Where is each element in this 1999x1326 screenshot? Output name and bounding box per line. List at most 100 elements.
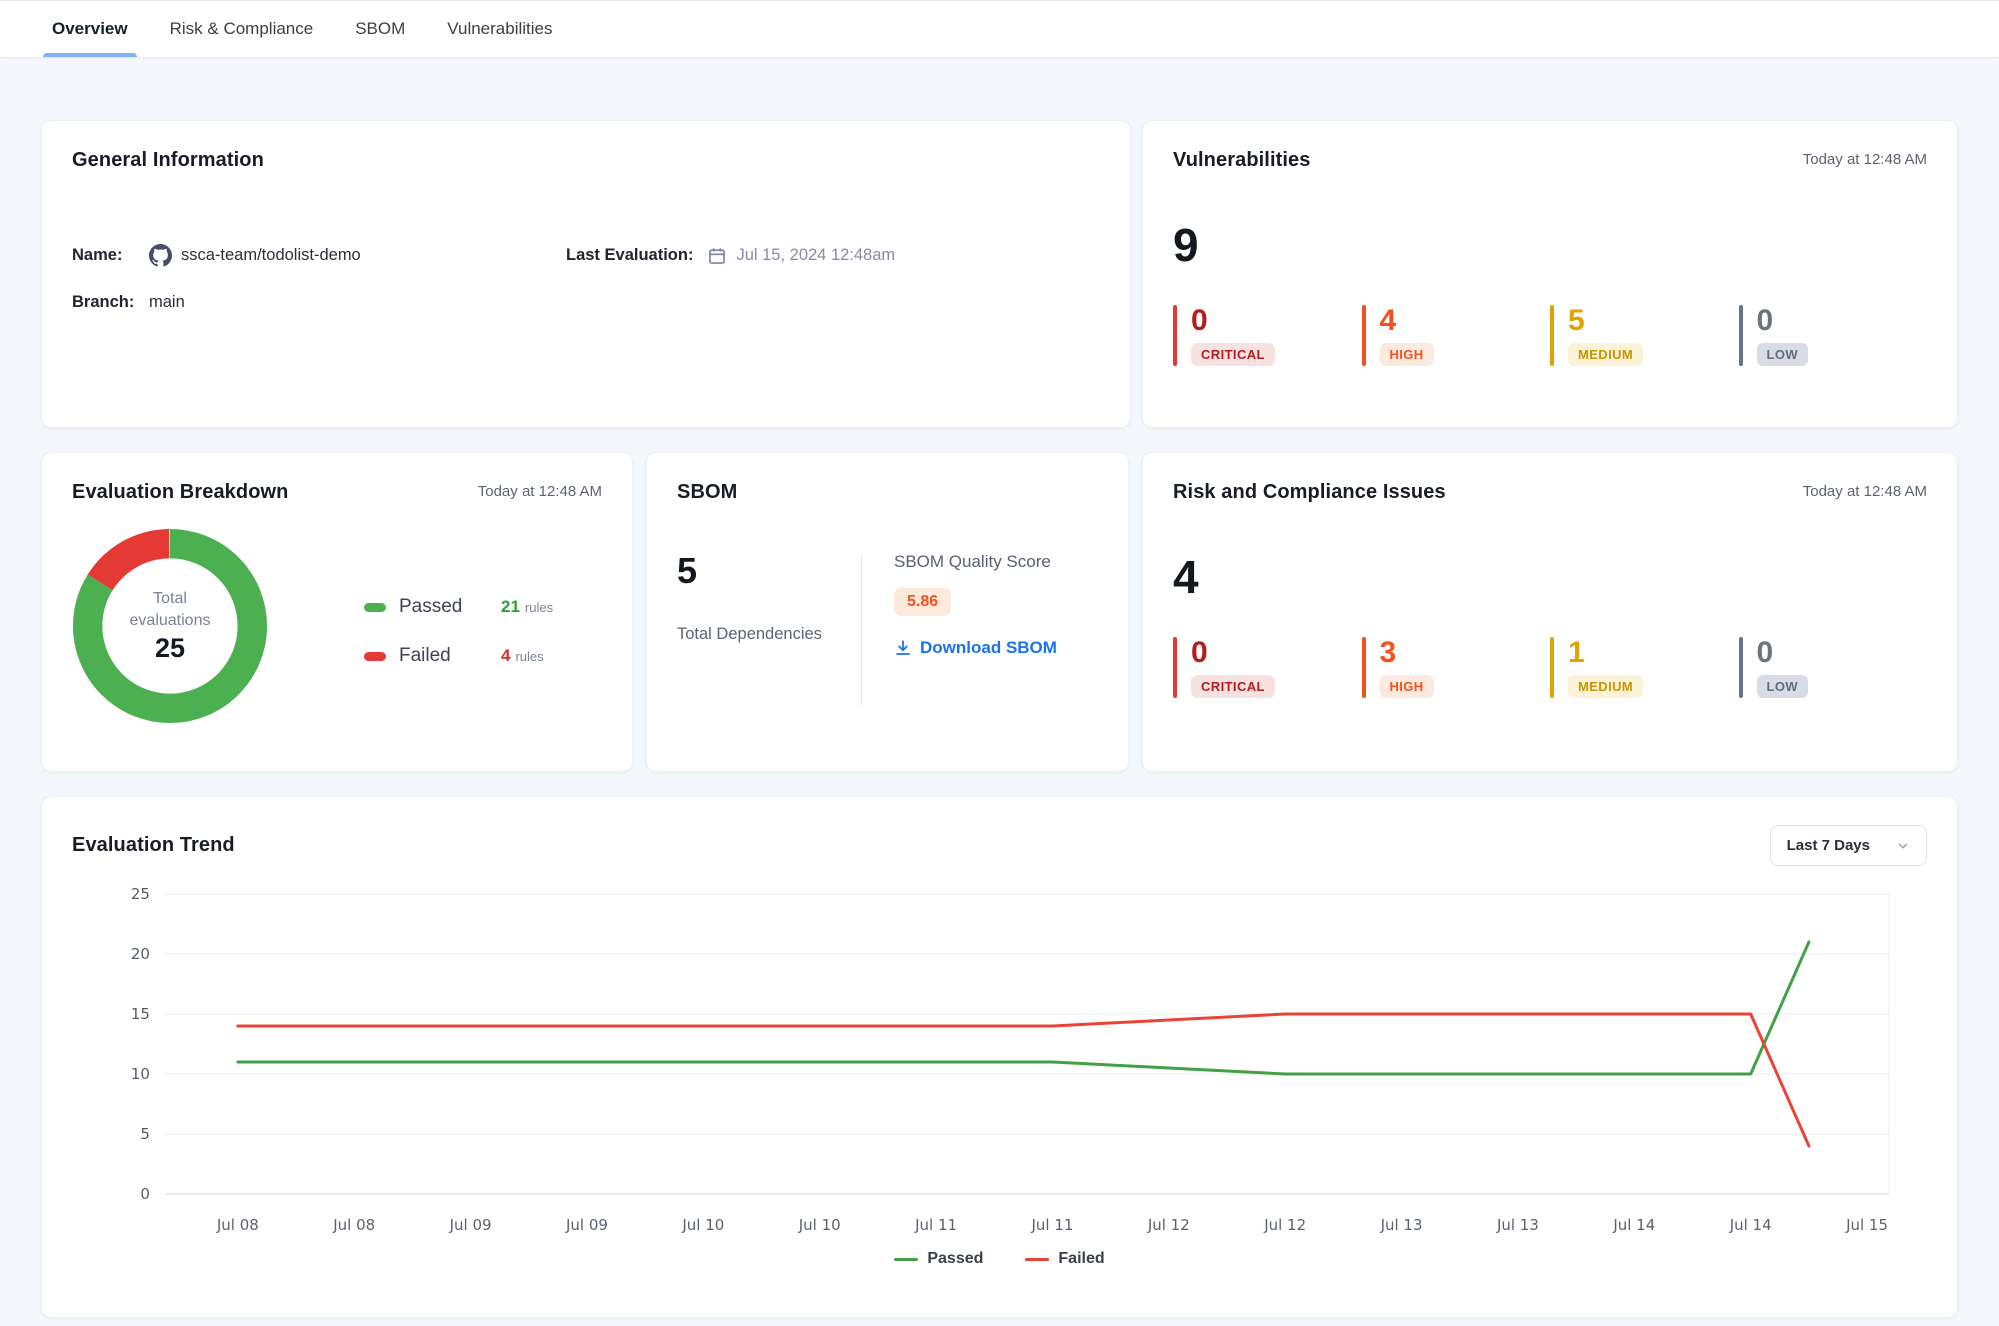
severity-bar <box>1362 637 1366 699</box>
evaluations-donut-chart: Total evaluations 25 <box>72 528 268 724</box>
tab-overview[interactable]: Overview <box>49 1 131 57</box>
severity-count: 0 <box>1191 637 1275 669</box>
passed-line-icon <box>894 1258 918 1261</box>
failed-legend-label: Failed <box>399 645 501 667</box>
svg-text:Jul 10: Jul 10 <box>681 1216 724 1234</box>
sbom-card: SBOM 5 Total Dependencies SBOM Quality S… <box>646 452 1129 772</box>
branch-label: Branch: <box>72 293 149 312</box>
tab-sbom[interactable]: SBOM <box>352 1 408 57</box>
donut-total-value: 25 <box>155 633 185 664</box>
svg-text:Jul 11: Jul 11 <box>1030 1216 1073 1234</box>
severity-bar <box>1173 305 1177 367</box>
severity-medium: 5 MEDIUM <box>1550 305 1739 367</box>
severity-count: 4 <box>1380 305 1434 337</box>
svg-text:10: 10 <box>131 1065 150 1083</box>
risk-compliance-title: Risk and Compliance Issues <box>1173 481 1446 504</box>
failed-series-label: Failed <box>1058 1250 1104 1268</box>
severity-badge: LOW <box>1757 675 1809 698</box>
svg-text:20: 20 <box>131 945 150 963</box>
severity-count: 0 <box>1191 305 1275 337</box>
date-range-selector[interactable]: Last 7 Days <box>1770 825 1927 866</box>
risk-compliance-timestamp: Today at 12:48 AM <box>1803 483 1927 500</box>
severity-high: 3 HIGH <box>1362 637 1551 699</box>
date-range-value: Last 7 Days <box>1787 837 1870 854</box>
risk-severity-row: 0 CRITICAL 3 HIGH 1 MEDIUM 0 LOW <box>1173 637 1927 699</box>
severity-bar <box>1362 305 1366 367</box>
passed-series-label: Passed <box>927 1250 983 1268</box>
last-evaluation-value: Jul 15, 2024 12:48am <box>736 246 895 265</box>
svg-text:Jul 12: Jul 12 <box>1263 1216 1306 1234</box>
vulnerabilities-total: 9 <box>1173 220 1927 271</box>
calendar-icon <box>707 246 727 266</box>
tab-vulnerabilities[interactable]: Vulnerabilities <box>444 1 555 57</box>
passed-unit: rules <box>525 600 553 615</box>
tab-risk-compliance-label: Risk & Compliance <box>170 19 314 39</box>
svg-text:Jul 15: Jul 15 <box>1845 1216 1888 1234</box>
risk-compliance-total: 4 <box>1173 552 1927 603</box>
sbom-title: SBOM <box>677 481 1098 504</box>
failed-count: 4 <box>501 646 510 666</box>
download-icon <box>894 639 912 657</box>
severity-low: 0 LOW <box>1739 637 1928 699</box>
svg-text:Jul 09: Jul 09 <box>449 1216 492 1234</box>
severity-bar <box>1550 305 1554 367</box>
svg-text:5: 5 <box>140 1125 150 1143</box>
last-evaluation-label: Last Evaluation: <box>566 246 693 265</box>
severity-count: 1 <box>1568 637 1643 669</box>
top-nav: Overview Risk & Compliance SBOM Vulnerab… <box>0 0 1999 57</box>
branch-value: main <box>149 293 185 312</box>
risk-compliance-card: Risk and Compliance Issues Today at 12:4… <box>1142 452 1958 772</box>
severity-count: 0 <box>1757 305 1809 337</box>
severity-badge: MEDIUM <box>1568 343 1643 366</box>
svg-text:Jul 08: Jul 08 <box>216 1216 259 1234</box>
severity-medium: 1 MEDIUM <box>1550 637 1739 699</box>
severity-bar <box>1739 305 1743 367</box>
svg-text:Jul 14: Jul 14 <box>1729 1216 1772 1234</box>
svg-text:Jul 11: Jul 11 <box>914 1216 957 1234</box>
svg-text:Jul 13: Jul 13 <box>1380 1216 1423 1234</box>
severity-badge: LOW <box>1757 343 1809 366</box>
severity-critical: 0 CRITICAL <box>1173 637 1362 699</box>
chevron-down-icon <box>1896 839 1910 853</box>
severity-bar <box>1550 637 1554 699</box>
svg-text:Jul 10: Jul 10 <box>798 1216 841 1234</box>
svg-text:Jul 08: Jul 08 <box>332 1216 375 1234</box>
tab-sbom-label: SBOM <box>355 19 405 39</box>
passed-pill-icon <box>364 603 386 612</box>
svg-text:Jul 14: Jul 14 <box>1612 1216 1655 1234</box>
severity-critical: 0 CRITICAL <box>1173 305 1362 367</box>
name-label: Name: <box>72 246 149 265</box>
dashboard-page: General Information Name: ssca-team/todo… <box>0 57 1999 1318</box>
severity-high: 4 HIGH <box>1362 305 1551 367</box>
download-sbom-link[interactable]: Download SBOM <box>894 638 1057 658</box>
sbom-quality-score-badge: 5.86 <box>894 588 951 616</box>
download-sbom-label: Download SBOM <box>920 638 1057 658</box>
severity-count: 0 <box>1757 637 1809 669</box>
donut-center-label: Total evaluations <box>115 588 225 631</box>
severity-bar <box>1739 637 1743 699</box>
vulnerabilities-timestamp: Today at 12:48 AM <box>1803 151 1927 168</box>
tab-vulnerabilities-label: Vulnerabilities <box>447 19 552 39</box>
svg-text:Jul 12: Jul 12 <box>1147 1216 1190 1234</box>
svg-text:25: 25 <box>131 885 150 903</box>
failed-line-icon <box>1025 1258 1049 1261</box>
evaluation-trend-card: Evaluation Trend Last 7 Days 0510152025J… <box>41 796 1958 1318</box>
tab-risk-compliance[interactable]: Risk & Compliance <box>167 1 317 57</box>
severity-bar <box>1173 637 1177 699</box>
passed-count: 21 <box>501 597 520 617</box>
severity-badge: HIGH <box>1380 343 1434 366</box>
repo-name-value[interactable]: ssca-team/todolist-demo <box>181 246 361 265</box>
svg-text:Jul 09: Jul 09 <box>565 1216 608 1234</box>
total-dependencies-label: Total Dependencies <box>677 622 827 647</box>
total-dependencies-value: 5 <box>677 550 861 592</box>
evaluation-breakdown-card: Evaluation Breakdown Today at 12:48 AM T… <box>41 452 633 772</box>
vulnerabilities-card: Vulnerabilities Today at 12:48 AM 9 0 CR… <box>1142 120 1958 428</box>
failed-unit: rules <box>515 649 543 664</box>
tab-overview-label: Overview <box>52 19 128 39</box>
evaluation-breakdown-timestamp: Today at 12:48 AM <box>478 483 602 500</box>
general-information-title: General Information <box>72 149 1100 172</box>
severity-count: 5 <box>1568 305 1643 337</box>
svg-text:Jul 13: Jul 13 <box>1496 1216 1539 1234</box>
severity-badge: CRITICAL <box>1191 343 1275 366</box>
severity-count: 3 <box>1380 637 1434 669</box>
